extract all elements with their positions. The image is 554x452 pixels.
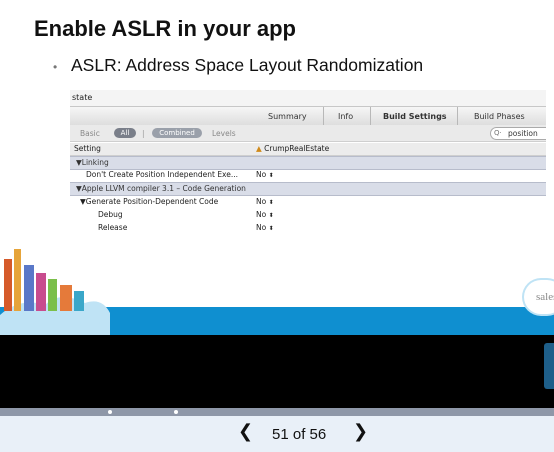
tab-divider <box>323 107 324 125</box>
tab-summary: Summary <box>268 112 307 121</box>
tab-build-settings: Build Settings <box>383 112 447 121</box>
tower-building <box>4 259 12 311</box>
slide-title: Enable ASLR in your app <box>34 16 296 41</box>
target-icon: ▲ <box>256 144 262 153</box>
video-black-area <box>0 335 554 408</box>
bullet-marker: • <box>53 60 58 74</box>
filter-all: All <box>114 128 136 138</box>
cloud-puff <box>80 313 100 333</box>
stepper-icon: ⬍ <box>268 199 274 206</box>
side-panel-tab[interactable] <box>544 343 554 389</box>
presentation-slide: Enable ASLR in your app • ASLR: Address … <box>0 0 554 335</box>
city-skyline-illustration <box>0 249 554 335</box>
stepper-icon: ⬍ <box>268 212 274 219</box>
slide-bullet: ASLR: Address Space Layout Randomization <box>71 55 424 75</box>
chevron-right-icon[interactable]: ❯ <box>353 421 368 442</box>
progress-marker[interactable] <box>174 410 178 414</box>
settings-section-row: ▼Apple LLVM compiler 3.1 – Code Generati… <box>70 182 546 196</box>
tower-building <box>74 291 84 311</box>
page-indicator: 51 of 56 <box>272 426 327 443</box>
tower-building <box>24 265 34 311</box>
tab-divider <box>370 107 371 125</box>
filter-levels: Levels <box>212 129 236 138</box>
tower-building <box>14 249 21 311</box>
settings-section-row: ▼Linking <box>70 156 546 170</box>
settings-header-row: Setting ▲ CrumpRealEstate <box>70 143 546 156</box>
settings-row: Don't Create Position Independent Exe...… <box>86 170 274 179</box>
progress-marker[interactable] <box>108 410 112 414</box>
settings-row: Release No ⬍ <box>98 223 274 232</box>
tower-building <box>36 273 46 311</box>
xcode-filter-bar: Basic All | Combined Levels Q· position <box>70 125 546 142</box>
settings-search-field: Q· position <box>490 127 546 140</box>
stepper-icon: ⬍ <box>268 172 274 179</box>
slide-progress-track[interactable] <box>0 408 554 416</box>
brand-logo-text: sales <box>536 291 554 303</box>
tower-building <box>60 285 72 311</box>
search-icon: Q· <box>494 129 502 137</box>
xcode-tab-bar: Summary Info Build Settings Build Phases <box>70 106 546 126</box>
target-name: CrumpRealEstate <box>264 144 330 153</box>
tower-building <box>48 279 57 311</box>
settings-row: Debug No ⬍ <box>98 210 274 219</box>
tab-info: Info <box>338 112 354 121</box>
filter-combined: Combined <box>152 128 202 138</box>
stepper-icon: ⬍ <box>268 225 274 232</box>
filter-basic: Basic <box>80 129 100 138</box>
chevron-left-icon[interactable]: ❮ <box>238 421 253 442</box>
slide-viewer-controls: ❮ 51 of 56 ❯ <box>0 416 554 452</box>
tab-build-phases: Build Phases <box>474 112 525 121</box>
tab-divider <box>457 107 458 125</box>
xcode-window-label: state <box>70 90 546 106</box>
filter-divider: | <box>142 129 145 138</box>
xcode-build-settings-screenshot: state Summary Info Build Settings Build … <box>70 90 546 242</box>
settings-row: ▼Generate Position-Dependent Code No ⬍ <box>80 197 274 206</box>
